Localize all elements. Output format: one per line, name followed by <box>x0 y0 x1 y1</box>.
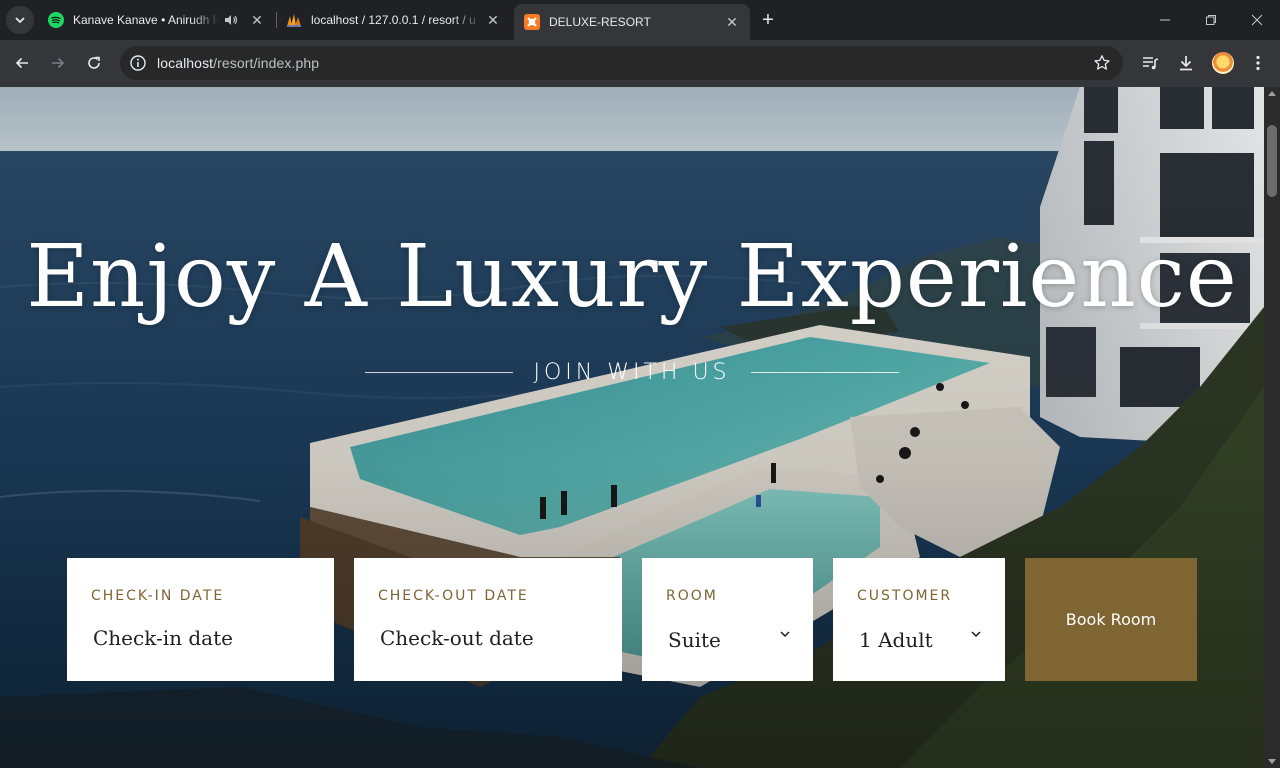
room-select[interactable]: ROOM Suite <box>642 558 813 681</box>
page-scrollbar[interactable] <box>1264 87 1280 768</box>
hero-headline: Enjoy A Luxury Experience <box>26 227 1238 327</box>
close-tab-icon[interactable]: ✕ <box>249 12 265 28</box>
profile-avatar[interactable] <box>1212 52 1234 74</box>
scrollbar-thumb[interactable] <box>1267 125 1277 197</box>
checkout-label: CHECK-OUT DATE <box>378 588 529 604</box>
tab-spotify[interactable]: Kanave Kanave • Anirudh Ra ✕ <box>40 0 275 40</box>
restore-icon <box>1206 15 1216 25</box>
close-tab-icon[interactable]: ✕ <box>724 14 740 30</box>
browser-toolbar: localhost/resort/index.php <box>0 40 1280 87</box>
url-host: localhost <box>157 55 214 71</box>
xampp-icon <box>524 14 540 30</box>
divider-left <box>365 371 514 373</box>
reload-icon <box>88 56 100 69</box>
media-controls-button[interactable] <box>1140 53 1160 73</box>
room-selected-value[interactable]: Suite <box>668 628 721 652</box>
back-button[interactable] <box>8 49 36 77</box>
tab-title: localhost / 127.0.0.1 / resort / u <box>311 13 476 27</box>
divider-right <box>750 371 899 373</box>
more-vert-icon <box>1256 55 1260 71</box>
playlist-icon <box>1143 57 1159 70</box>
checkin-label: CHECK-IN DATE <box>91 588 225 604</box>
checkin-input[interactable] <box>93 626 293 650</box>
customer-label: CUSTOMER <box>857 588 953 604</box>
reload-button[interactable] <box>80 49 108 77</box>
tab-separator <box>276 12 277 28</box>
room-label: ROOM <box>666 588 718 604</box>
customer-selected-value[interactable]: 1 Adult <box>859 628 933 652</box>
spotify-icon <box>48 12 64 28</box>
minimize-icon <box>1160 19 1170 21</box>
restore-button[interactable] <box>1188 0 1234 40</box>
site-info-icon[interactable] <box>129 54 147 72</box>
new-tab-button[interactable]: + <box>757 9 779 31</box>
scroll-down-arrow-icon[interactable] <box>1268 759 1276 764</box>
speaker-icon[interactable] <box>223 12 239 28</box>
address-bar[interactable]: localhost/resort/index.php <box>120 46 1123 80</box>
chevron-down-icon[interactable] <box>970 628 982 640</box>
forward-button[interactable] <box>44 49 72 77</box>
checkin-field[interactable]: CHECK-IN DATE <box>67 558 334 681</box>
arrow-right-icon <box>52 57 65 69</box>
checkout-field[interactable]: CHECK-OUT DATE <box>354 558 622 681</box>
tab-title: DELUXE-RESORT <box>549 15 651 29</box>
hero-subheadline: JOIN WITH US <box>358 357 906 387</box>
book-room-button[interactable]: Book Room <box>1025 558 1197 681</box>
chevron-down-icon[interactable] <box>779 628 791 640</box>
arrow-left-icon <box>15 57 28 69</box>
tab-search-button[interactable] <box>6 6 34 34</box>
tab-deluxe-resort[interactable]: DELUXE-RESORT ✕ <box>514 4 750 40</box>
hero-subheadline-text: JOIN WITH US <box>533 359 731 385</box>
minimize-button[interactable] <box>1142 0 1188 40</box>
close-icon <box>1251 14 1263 26</box>
web-page: Enjoy A Luxury Experience JOIN WITH US C… <box>0 87 1264 768</box>
phpmyadmin-icon <box>287 14 301 27</box>
close-tab-icon[interactable]: ✕ <box>485 12 501 28</box>
chevron-down-icon <box>15 17 25 24</box>
url-path: /resort/index.php <box>213 55 320 71</box>
download-icon <box>1180 56 1192 71</box>
tab-title: Kanave Kanave • Anirudh Ra <box>73 13 220 27</box>
close-window-button[interactable] <box>1234 0 1280 40</box>
bookmark-star-icon[interactable] <box>1093 54 1111 72</box>
hero-section: Enjoy A Luxury Experience JOIN WITH US C… <box>0 87 1264 768</box>
url-text[interactable]: localhost/resort/index.php <box>157 55 319 71</box>
tab-phpmyadmin[interactable]: localhost / 127.0.0.1 / resort / u ✕ <box>278 0 511 40</box>
customer-select[interactable]: CUSTOMER 1 Adult <box>833 558 1005 681</box>
browser-tab-strip: Kanave Kanave • Anirudh Ra ✕ localhost /… <box>0 0 1280 40</box>
scroll-up-arrow-icon[interactable] <box>1268 91 1276 96</box>
checkout-input[interactable] <box>380 626 580 650</box>
downloads-button[interactable] <box>1176 53 1196 73</box>
browser-menu-button[interactable] <box>1248 53 1268 73</box>
